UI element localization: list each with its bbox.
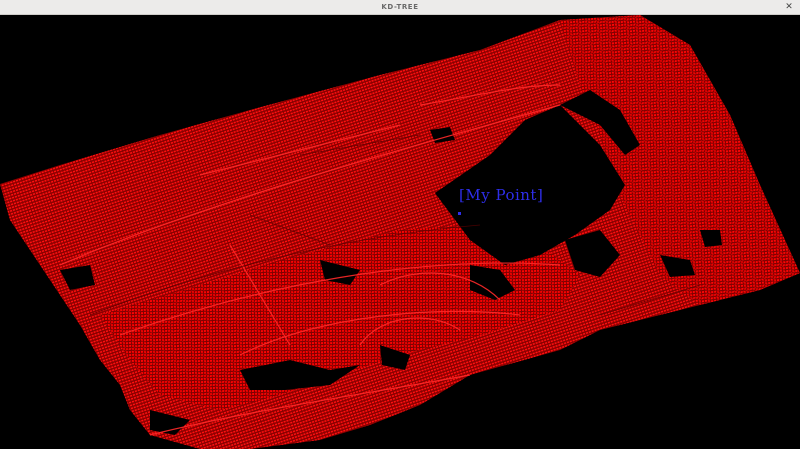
point-cloud <box>0 15 800 449</box>
window-title: KD-TREE <box>381 3 419 11</box>
point-cloud-viewport[interactable]: [My Point] <box>0 15 800 449</box>
selected-point-marker <box>458 212 461 215</box>
point-cloud-canvas[interactable] <box>0 15 800 449</box>
point-label: [My Point] <box>459 186 544 204</box>
close-button[interactable]: ✕ <box>783 1 795 13</box>
window-titlebar[interactable]: KD-TREE ✕ <box>0 0 800 15</box>
